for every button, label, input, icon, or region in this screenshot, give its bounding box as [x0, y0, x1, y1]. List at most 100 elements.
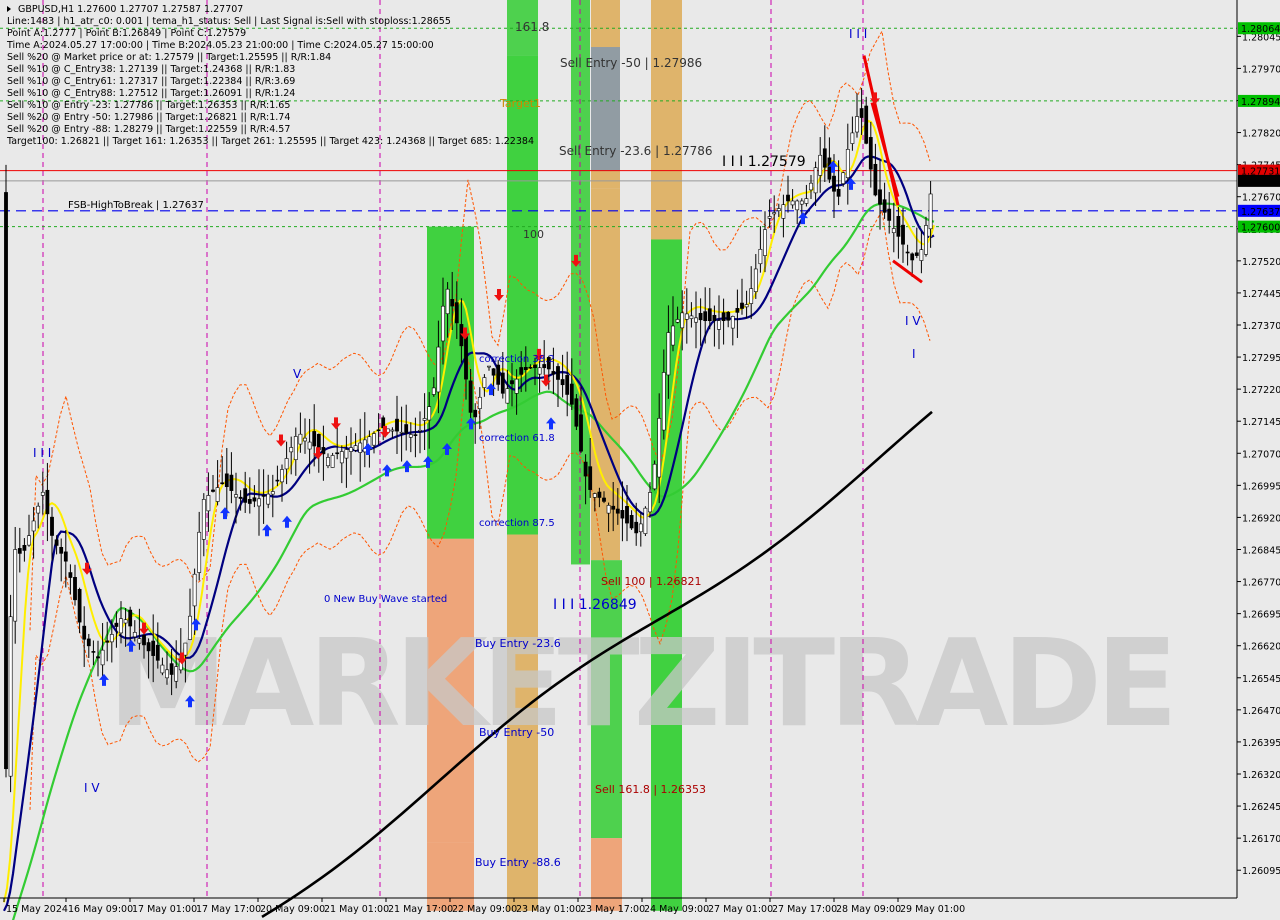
candle-body: [137, 638, 142, 644]
price-chart[interactable]: MARKETZITRADE 161.8 Sell Entry -50 | 1.279…: [0, 0, 1280, 920]
chart-window: MARKETZITRADE 161.8 Sell Entry -50 | 1.279…: [0, 0, 1280, 920]
candle-body: [339, 451, 344, 464]
candle-body: [620, 510, 625, 519]
annotation-20: I I I: [849, 27, 867, 41]
info-line-5: Sell %10 @ C_Entry38: 1.27139 || Target:…: [7, 64, 295, 75]
candle-body: [252, 497, 257, 502]
x-tick-label-11: 27 May 01:00: [708, 904, 773, 915]
candle-body: [510, 380, 514, 385]
candle-body: [445, 288, 450, 315]
candle-body: [114, 622, 119, 627]
candle-body: [597, 491, 602, 498]
candle-body: [864, 105, 869, 144]
candle-body: [211, 489, 215, 492]
candle-body: [197, 531, 202, 573]
candle-body: [36, 505, 41, 514]
candle-141: [652, 460, 657, 491]
candle-body: [643, 507, 648, 534]
candle-body: [293, 436, 298, 460]
candle-body: [431, 387, 436, 395]
y-tick-label-7: 1.27520: [1242, 257, 1280, 268]
candle-body: [266, 493, 271, 505]
candle-body: [652, 463, 657, 490]
candle-body: [859, 108, 864, 118]
x-tick-label-5: 21 May 01:00: [324, 904, 389, 915]
candle-body: [174, 666, 179, 682]
candle-body: [661, 372, 666, 431]
candle-body: [477, 396, 482, 409]
y-tick-label-25: 1.26170: [1242, 834, 1280, 845]
candle-body: [832, 175, 836, 192]
annotation-17: I I I: [33, 446, 51, 460]
candle-body: [611, 505, 616, 510]
fib-zone-4: [507, 55, 538, 535]
candle-body: [96, 656, 100, 659]
candle-body: [321, 447, 326, 455]
y-tick-label-13: 1.27070: [1242, 449, 1280, 460]
info-line-4: Sell %20 @ Market price or at: 1.27579 |…: [7, 52, 331, 63]
candle-body: [404, 424, 409, 434]
x-tick-label-0: 15 May 2024: [6, 904, 68, 915]
candle-body: [63, 551, 68, 562]
candle-body: [395, 418, 399, 432]
candle-body: [606, 505, 611, 514]
candle-body: [372, 433, 376, 446]
candle-body: [335, 452, 340, 455]
candle-body: [924, 225, 928, 255]
info-line-11: Target100: 1.26821 || Target 161: 1.2635…: [6, 136, 534, 147]
info-line-9: Sell %20 @ Entry -50: 1.27986 || Target:…: [7, 112, 290, 123]
candle-body: [712, 314, 717, 322]
annotation-14: Buy Entry -50: [479, 726, 554, 739]
y-tick-label-23: 1.26320: [1242, 770, 1280, 781]
candle-body: [473, 409, 478, 418]
y-tick-label-5: 1.27670: [1242, 193, 1280, 204]
annotation-0: 161.8: [515, 20, 549, 34]
annotation-1: Sell Entry -50 | 1.27986: [560, 56, 702, 70]
candle-body: [77, 589, 82, 623]
info-line-1: Line:1483 | h1_atr_c0: 0.001 | tema_h1_s…: [7, 16, 451, 27]
x-tick-label-14: 29 May 01:00: [900, 904, 965, 915]
candle-1: [8, 594, 13, 793]
price-box-4: 1.27637: [1238, 204, 1280, 218]
y-tick-label-18: 1.26695: [1242, 610, 1280, 621]
y-tick-label-9: 1.27370: [1242, 321, 1280, 332]
y-tick-label-8: 1.27445: [1242, 289, 1280, 300]
candle-body: [689, 315, 694, 319]
candle-body: [533, 364, 537, 369]
candle-139: [643, 506, 648, 536]
annotation-16: Buy Entry -88.6: [475, 856, 561, 869]
x-tick-label-7: 22 May 09:00: [452, 904, 517, 915]
candle-body: [786, 194, 790, 202]
candle-body: [353, 445, 358, 451]
candle-body: [565, 375, 570, 395]
candle-body: [349, 447, 353, 452]
candle-body: [128, 609, 133, 627]
candle-body: [813, 167, 818, 194]
candle-body: [818, 154, 823, 176]
price-box-label: 1.27894: [1241, 97, 1280, 108]
candle-body: [142, 634, 146, 646]
annotation-21: I V: [84, 781, 100, 795]
candle-body: [588, 466, 593, 490]
candle-body: [519, 367, 524, 375]
candle-body: [188, 615, 192, 640]
candle-body: [625, 506, 629, 524]
candle-body: [514, 378, 519, 394]
candle-body: [905, 251, 910, 254]
x-tick-label-9: 23 May 17:00: [580, 904, 645, 915]
price-box-label: 1.27707: [1241, 177, 1280, 188]
candle-body: [303, 437, 307, 442]
candle-body: [795, 200, 800, 211]
candle-body: [638, 523, 643, 533]
price-box-0: 1.28064: [1238, 22, 1280, 35]
candle-body: [123, 619, 128, 624]
y-tick-label-20: 1.26545: [1242, 674, 1280, 685]
candle-body: [873, 163, 878, 196]
candle-body: [17, 548, 22, 554]
candle-body: [827, 157, 832, 180]
candle-body: [496, 364, 501, 385]
candle-body: [878, 189, 882, 205]
candle-body: [657, 418, 662, 478]
info-line-2: Point A:1.2777 | Point B:1.26849 | Point…: [7, 28, 246, 39]
price-box-label: 1.27637: [1241, 207, 1280, 218]
